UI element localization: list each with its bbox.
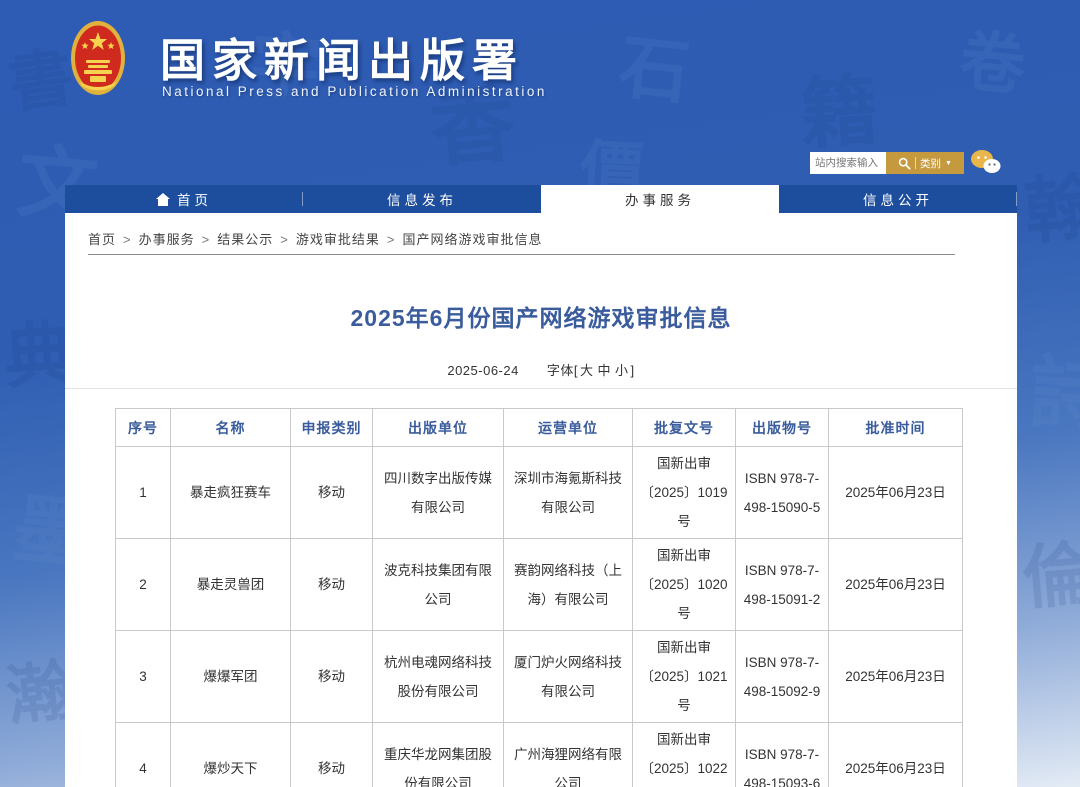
- table-cell: 深圳市海氪斯科技有限公司: [504, 447, 633, 539]
- table-cell: 3: [116, 631, 171, 723]
- breadcrumb-separator: >: [202, 232, 211, 247]
- watermark-glyph: 籍: [796, 47, 882, 164]
- nav-item-3[interactable]: 信息公开: [779, 185, 1017, 213]
- column-header: 申报类别: [291, 409, 373, 447]
- content-panel: 首页 > 办事服务 > 结果公示 > 游戏审批结果 > 国产网络游戏审批信息 2025年6月份国…: [65, 213, 1017, 787]
- national-emblem-logo: [70, 20, 126, 100]
- table-cell: 2025年06月23日: [829, 447, 963, 539]
- breadcrumb-separator: >: [280, 232, 289, 247]
- column-header: 批复文号: [633, 409, 736, 447]
- table-cell: 国新出审〔2025〕1019号: [633, 447, 736, 539]
- category-label[interactable]: 类别: [920, 156, 941, 171]
- watermark-glyph: 卷: [956, 7, 1030, 108]
- column-header: 出版单位: [373, 409, 504, 447]
- table-cell: 四川数字出版传媒有限公司: [373, 447, 504, 539]
- nav-item-label: 办事服务: [625, 189, 695, 209]
- table-cell: 移动: [291, 447, 373, 539]
- breadcrumb: 首页 > 办事服务 > 结果公示 > 游戏审批结果 > 国产网络游戏审批信息: [88, 229, 542, 248]
- table-cell: 移动: [291, 631, 373, 723]
- font-size-buttons: 大中小: [578, 363, 631, 378]
- search-input[interactable]: [810, 152, 886, 174]
- table-row-3: 4爆炒天下移动重庆华龙网集团股份有限公司广州海狸网络有限公司国新出审〔2025〕…: [116, 723, 963, 787]
- breadcrumb-item-4: 国产网络游戏审批信息: [402, 232, 542, 247]
- column-header: 运营单位: [504, 409, 633, 447]
- font-size-option-2[interactable]: 小: [615, 363, 629, 378]
- nav-item-1[interactable]: 信息发布: [303, 185, 541, 213]
- watermark-glyph: 石: [615, 11, 695, 119]
- table-head: 序号名称申报类别出版单位运营单位批复文号出版物号批准时间: [116, 409, 963, 447]
- approval-table: 序号名称申报类别出版单位运营单位批复文号出版物号批准时间 1暴走疯狂赛车移动四川…: [115, 408, 963, 787]
- title-divider: [65, 388, 1017, 389]
- search-divider: [915, 157, 916, 169]
- table-cell: ISBN 978-7-498-15090-5: [736, 447, 829, 539]
- table-cell: 广州海狸网络有限公司: [504, 723, 633, 787]
- table-cell: ISBN 978-7-498-15091-2: [736, 539, 829, 631]
- table-row-2: 3爆爆军团移动杭州电魂网络科技股份有限公司厦门炉火网络科技有限公司国新出审〔20…: [116, 631, 963, 723]
- table-header-row: 序号名称申报类别出版单位运营单位批复文号出版物号批准时间: [116, 409, 963, 447]
- font-size-option-0[interactable]: 大: [580, 363, 594, 378]
- table-cell: 国新出审〔2025〕1022号: [633, 723, 736, 787]
- table-body: 1暴走疯狂赛车移动四川数字出版传媒有限公司深圳市海氪斯科技有限公司国新出审〔20…: [116, 447, 963, 787]
- breadcrumb-item-0[interactable]: 首页: [88, 232, 116, 247]
- home-icon: [156, 193, 170, 206]
- site-subtitle: National Press and Publication Administr…: [162, 84, 547, 99]
- column-header: 序号: [116, 409, 171, 447]
- watermark-glyph: 翰: [1019, 147, 1080, 259]
- breadcrumb-divider: [88, 254, 955, 255]
- table-cell: 暴走灵兽团: [171, 539, 291, 631]
- breadcrumb-separator: >: [123, 232, 132, 247]
- chevron-down-icon[interactable]: ▼: [945, 160, 952, 167]
- table-cell: 厦门炉火网络科技有限公司: [504, 631, 633, 723]
- table-cell: 移动: [291, 723, 373, 787]
- search-icon[interactable]: [898, 157, 911, 170]
- site-search: 类别 ▼: [810, 152, 964, 174]
- table-cell: 爆炒天下: [171, 723, 291, 787]
- nav-item-0[interactable]: 首页: [65, 185, 303, 213]
- column-header: 批准时间: [829, 409, 963, 447]
- nav-item-label: 信息公开: [863, 189, 933, 209]
- table-cell: 重庆华龙网集团股份有限公司: [373, 723, 504, 787]
- watermark-glyph: 倫: [1018, 517, 1080, 624]
- table-cell: 2025年06月23日: [829, 539, 963, 631]
- font-size-option-1[interactable]: 中: [598, 363, 612, 378]
- table-cell: ISBN 978-7-498-15092-9: [736, 631, 829, 723]
- table-cell: 国新出审〔2025〕1020号: [633, 539, 736, 631]
- breadcrumb-separator: >: [387, 232, 396, 247]
- table-cell: 暴走疯狂赛车: [171, 447, 291, 539]
- page-title: 2025年6月份国产网络游戏审批信息: [65, 299, 1017, 333]
- table-row-1: 2暴走灵兽团移动波克科技集团有限公司赛韵网络科技（上海）有限公司国新出审〔202…: [116, 539, 963, 631]
- table-cell: 国新出审〔2025〕1021号: [633, 631, 736, 723]
- watermark-glyph: 詩: [1026, 327, 1080, 448]
- table-row-0: 1暴走疯狂赛车移动四川数字出版传媒有限公司深圳市海氪斯科技有限公司国新出审〔20…: [116, 447, 963, 539]
- breadcrumb-item-3[interactable]: 游戏审批结果: [296, 232, 380, 247]
- column-header: 名称: [171, 409, 291, 447]
- breadcrumb-item-1[interactable]: 办事服务: [139, 232, 195, 247]
- table-cell: 2025年06月23日: [829, 631, 963, 723]
- article-meta: 2025-06-24字体[大中小]: [65, 360, 1017, 379]
- watermark-glyph: 書: [2, 26, 78, 126]
- breadcrumb-item-2[interactable]: 结果公示: [217, 232, 273, 247]
- table-cell: ISBN 978-7-498-15093-6: [736, 723, 829, 787]
- table-cell: 波克科技集团有限公司: [373, 539, 504, 631]
- table-cell: 杭州电魂网络科技股份有限公司: [373, 631, 504, 723]
- search-category-button[interactable]: 类别 ▼: [886, 152, 964, 174]
- table-cell: 2025年06月23日: [829, 723, 963, 787]
- font-size-bracket-close: ]: [631, 363, 635, 378]
- table-cell: 4: [116, 723, 171, 787]
- table-cell: 爆爆军团: [171, 631, 291, 723]
- font-size-label: 字体: [547, 363, 574, 378]
- table-cell: 2: [116, 539, 171, 631]
- main-nav: 首页 信息发布 办事服务 信息公开: [65, 185, 1017, 213]
- publish-date: 2025-06-24: [447, 363, 519, 378]
- table-cell: 移动: [291, 539, 373, 631]
- site-title: 国家新闻出版署: [160, 24, 524, 89]
- table-cell: 1: [116, 447, 171, 539]
- nav-item-label: 信息发布: [387, 189, 457, 209]
- column-header: 出版物号: [736, 409, 829, 447]
- wechat-icon[interactable]: [968, 148, 1002, 176]
- table-cell: 赛韵网络科技（上海）有限公司: [504, 539, 633, 631]
- nav-item-label: 首页: [177, 189, 212, 209]
- nav-separator: [1016, 192, 1017, 206]
- nav-item-2[interactable]: 办事服务: [541, 185, 779, 213]
